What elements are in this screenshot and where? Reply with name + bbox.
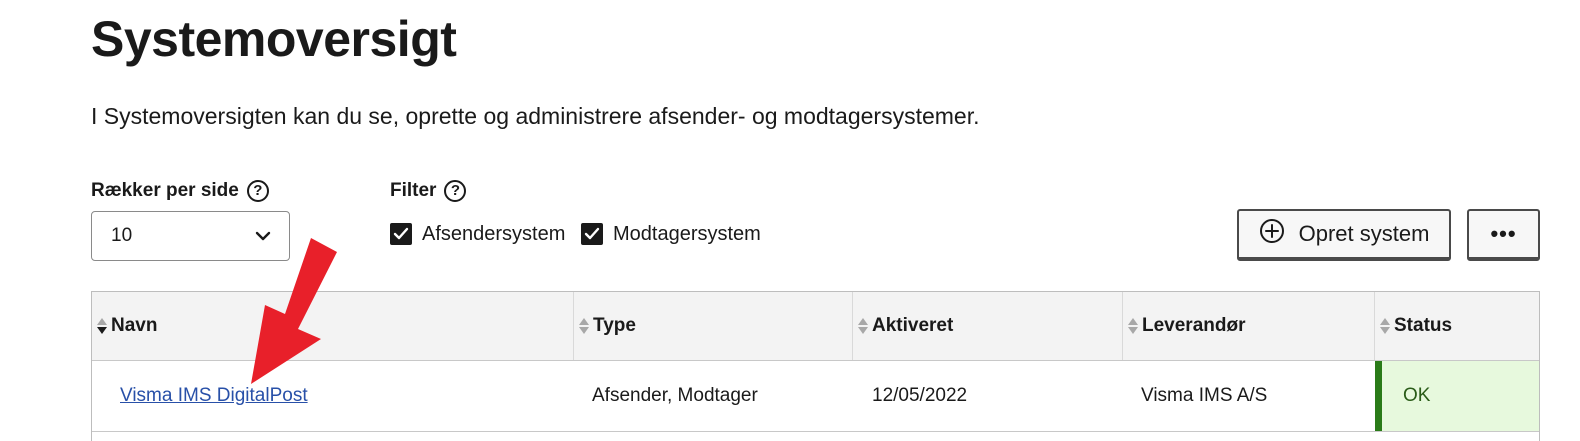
system-link[interactable]: Visma IMS DigitalPost: [120, 385, 308, 407]
sort-icon: [858, 318, 868, 334]
filter-checkbox-label: Modtagersystem: [613, 223, 761, 245]
column-header-aktiveret[interactable]: Aktiveret: [853, 292, 1123, 360]
table-cell-status: OK: [1375, 361, 1539, 431]
filter-label-text: Filter: [390, 180, 437, 201]
filter-checkbox-afsendersystem[interactable]: Afsendersystem: [390, 221, 565, 247]
column-header-label: Leverandør: [1142, 315, 1246, 336]
column-header-label: Aktiveret: [872, 315, 954, 336]
help-icon[interactable]: ?: [444, 180, 467, 202]
column-header-type[interactable]: Type: [574, 292, 853, 360]
column-header-navn[interactable]: Navn: [92, 292, 574, 360]
create-system-button-label: Opret system: [1298, 221, 1430, 246]
checkbox-checked-icon[interactable]: [390, 223, 412, 245]
table-cell-activated: 12/05/2022: [872, 385, 968, 406]
page-intro: I Systemoversigten kan du se, oprette og…: [91, 103, 980, 129]
checkbox-checked-icon[interactable]: [581, 223, 603, 245]
page: Systemoversigt I Systemoversigten kan du…: [0, 0, 1580, 441]
column-header-leverandor[interactable]: Leverandør: [1123, 292, 1375, 360]
filter-label: Filter ?: [390, 179, 467, 203]
sort-icon: [1128, 318, 1138, 334]
more-options-icon: •••: [1490, 221, 1517, 246]
sort-icon: [1380, 318, 1390, 334]
sort-icon: [97, 318, 107, 334]
column-header-label: Status: [1394, 315, 1453, 336]
rows-per-page-select[interactable]: 10: [91, 211, 290, 261]
table-row: [92, 432, 1539, 441]
chevron-down-icon: [255, 225, 271, 247]
page-title: Systemoversigt: [91, 11, 457, 67]
column-header-label: Type: [593, 315, 636, 336]
rows-per-page-value: 10: [111, 225, 133, 246]
systems-table: Navn Type Aktiveret Leverandør Status Vi…: [91, 291, 1540, 441]
help-icon[interactable]: ?: [246, 180, 269, 202]
rows-per-page-label: Rækker per side ?: [91, 179, 269, 203]
table-cell-name: Visma IMS DigitalPost: [92, 361, 574, 431]
table-cell-type: Afsender, Modtager: [592, 385, 758, 406]
more-options-button[interactable]: •••: [1467, 209, 1540, 261]
table-body: Visma IMS DigitalPost Afsender, Modtager…: [92, 361, 1539, 441]
filter-checkbox-modtagersystem[interactable]: Modtagersystem: [581, 221, 761, 247]
column-header-label: Navn: [111, 315, 158, 336]
create-system-button[interactable]: Opret system: [1237, 209, 1451, 261]
rows-per-page-label-text: Rækker per side: [91, 180, 239, 201]
filter-checkbox-label: Afsendersystem: [422, 223, 566, 245]
plus-circle-icon: [1259, 218, 1285, 250]
column-header-status[interactable]: Status: [1375, 292, 1539, 360]
sort-icon: [579, 318, 589, 334]
table-header: Navn Type Aktiveret Leverandør Status: [92, 292, 1539, 361]
table-row: Visma IMS DigitalPost Afsender, Modtager…: [92, 361, 1539, 432]
table-cell-vendor: Visma IMS A/S: [1141, 385, 1268, 406]
